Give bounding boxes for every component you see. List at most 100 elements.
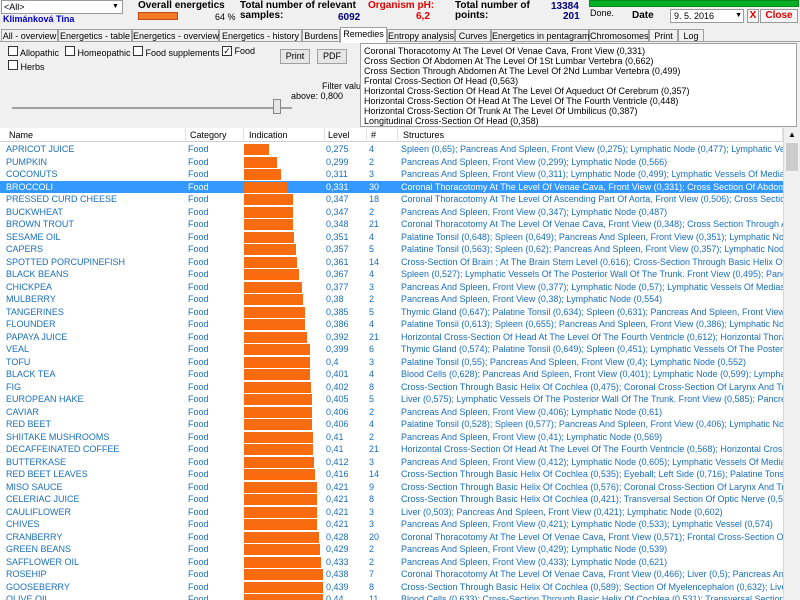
table-row[interactable]: GOOSEBERRY Food 0,439 8 Cross-Section Throug…: [0, 581, 783, 594]
pdf-button[interactable]: PDF: [317, 49, 347, 64]
herbs-checkbox[interactable]: [8, 60, 18, 70]
filter-slider-track[interactable]: [12, 107, 292, 109]
indication-bar: [244, 494, 317, 505]
table-row[interactable]: SESAME OIL Food 0,351 4 Palatine Tonsil (0,6…: [0, 231, 783, 244]
indication-bar: [244, 206, 293, 218]
cell-level: 0,385: [326, 306, 349, 317]
column-header-indication[interactable]: Indication: [246, 128, 325, 142]
table-row[interactable]: VEAL Food 0,399 6 Thymic Gland (0,574); Pala…: [0, 343, 783, 356]
tab-remedies[interactable]: Remedies: [340, 27, 387, 43]
table-row[interactable]: RED BEET Food 0,406 4 Palatine Tonsil (0,528…: [0, 418, 783, 431]
table-row[interactable]: BUCKWHEAT Food 0,347 2 Pancreas And Spleen, …: [0, 206, 783, 219]
table-row[interactable]: SAFFLOWER OIL Food 0,433 2 Pancreas And Sple…: [0, 556, 783, 569]
structures-detail-line: Longitudinal Cross-Section Of Head (0,35…: [364, 116, 539, 126]
filter-food-supplements[interactable]: Food supplements: [133, 46, 220, 58]
indication-bar: [244, 481, 317, 493]
cell-count: 3: [369, 169, 375, 179]
filter-allopathic[interactable]: Allopathic: [8, 46, 59, 58]
cell-structures: Palatine Tonsil (0,613); Spleen (0,655);…: [401, 319, 783, 329]
scrollbar-thumb[interactable]: [786, 143, 798, 171]
table-row[interactable]: BROCCOLI Food 0,331 30 Coronal Thoracotomy A…: [0, 180, 783, 193]
table-row[interactable]: CAULIFLOWER Food 0,421 3 Liver (0,503); Panc…: [0, 506, 783, 519]
structures-detail-box[interactable]: Coronal Thoracotomy At The Level Of Vena…: [360, 43, 797, 127]
cell-level: 0,275: [326, 144, 349, 154]
indication-bar: [244, 569, 323, 580]
chevron-down-icon[interactable]: ▼: [110, 2, 121, 12]
cell-name: TANGERINES: [6, 306, 64, 317]
column-header-level[interactable]: Level: [325, 128, 367, 142]
table-row[interactable]: GREEN BEANS Food 0,429 2 Pancreas And Spleen…: [0, 543, 783, 556]
table-row[interactable]: BLACK TEA Food 0,401 4 Blood Cells (0,628); …: [0, 368, 783, 381]
table-row[interactable]: ROSEHIP Food 0,438 7 Coronal Thoracotomy At …: [0, 568, 783, 581]
table-row[interactable]: MISO SAUCE Food 0,421 9 Cross-Section Throug…: [0, 481, 783, 494]
table-row[interactable]: RED BEET LEAVES Food 0,416 14 Cross-Section …: [0, 468, 783, 481]
table-row[interactable]: FLOUNDER Food 0,386 4 Palatine Tonsil (0,613…: [0, 318, 783, 331]
table-row[interactable]: EUROPEAN HAKE Food 0,405 5 Liver (0,575); Ly…: [0, 393, 783, 406]
column-header-count[interactable]: #: [368, 128, 398, 142]
cell-category: Food: [188, 369, 209, 379]
cell-category: Food: [188, 481, 209, 492]
table-row[interactable]: DECAFFEINATED COFFEE Food 0,41 21 Horizontal…: [0, 443, 783, 456]
table-row[interactable]: PRESSED CURD CHEESE Food 0,347 18 Coronal Th…: [0, 193, 783, 206]
table-row[interactable]: CAPERS Food 0,357 5 Palatine Tonsil (0,563);…: [0, 243, 783, 256]
table-row[interactable]: TANGERINES Food 0,385 5 Thymic Gland (0,647)…: [0, 306, 783, 319]
close-button[interactable]: Close: [760, 9, 798, 23]
allopathic-checkbox[interactable]: [8, 46, 18, 56]
cell-structures: Pancreas And Spleen, Front View (0,412);…: [401, 456, 783, 467]
homeopathic-checkbox[interactable]: [65, 46, 75, 56]
cell-level: 0,401: [326, 369, 349, 379]
indication-bar: [244, 219, 293, 230]
overall-energetics-value: 64 %: [215, 12, 236, 22]
cell-count: 9: [369, 481, 375, 492]
filter-homeopathic[interactable]: Homeopathic: [65, 46, 131, 58]
indication-bar: [244, 406, 312, 418]
patient-filter-select[interactable]: <All> ▼: [1, 0, 123, 14]
table-row[interactable]: PUMPKIN Food 0,299 2 Pancreas And Spleen, Fr…: [0, 156, 783, 169]
filter-herbs[interactable]: Herbs: [8, 60, 45, 72]
cell-level: 0,44: [326, 594, 344, 600]
table-row[interactable]: CHICKPEA Food 0,377 3 Pancreas And Spleen, F…: [0, 281, 783, 294]
table-row[interactable]: SPOTTED PORCUPINEFISH Food 0,361 14 Cross-Se…: [0, 256, 783, 269]
table-row[interactable]: COCONUTS Food 0,311 3 Pancreas And Spleen, F…: [0, 168, 783, 181]
table-row[interactable]: FIG Food 0,402 8 Cross-Section Through Basic…: [0, 381, 783, 394]
table-row[interactable]: BLACK BEANS Food 0,367 4 Spleen (0,527); Lym…: [0, 268, 783, 281]
print-button[interactable]: Print: [280, 49, 310, 64]
indication-bar: [244, 281, 303, 293]
cell-name: SPOTTED PORCUPINEFISH: [6, 256, 126, 267]
scroll-up-icon[interactable]: ▲: [784, 128, 800, 142]
filter-slider-handle[interactable]: [273, 99, 281, 114]
remedies-table: Name Category Indication Level # Structu…: [0, 128, 783, 600]
cell-level: 0,351: [326, 231, 349, 242]
indication-bar: [244, 256, 298, 268]
food-checkbox[interactable]: [222, 46, 232, 56]
table-row[interactable]: BUTTERKASE Food 0,412 3 Pancreas And Spleen,…: [0, 456, 783, 469]
indication-bar: [244, 519, 317, 530]
column-header-category[interactable]: Category: [187, 128, 244, 142]
table-row[interactable]: CHIVES Food 0,421 3 Pancreas And Spleen, Fro…: [0, 518, 783, 531]
cell-level: 0,438: [326, 569, 349, 579]
table-row[interactable]: CRANBERRY Food 0,428 20 Coronal Thoracotomy …: [0, 531, 783, 544]
column-header-name[interactable]: Name: [6, 128, 186, 142]
close-x-button[interactable]: X: [747, 9, 759, 23]
table-row[interactable]: PAPAYA JUICE Food 0,392 21 Horizontal Cross-…: [0, 331, 783, 344]
table-row[interactable]: CELERIAC JUICE Food 0,421 8 Cross-Section Th…: [0, 493, 783, 506]
indication-bar: [244, 394, 312, 405]
table-row[interactable]: CAVIAR Food 0,406 2 Pancreas And Spleen, Fro…: [0, 406, 783, 419]
table-row[interactable]: BROWN TROUT Food 0,348 21 Coronal Thoracotom…: [0, 218, 783, 231]
cell-category: Food: [188, 156, 209, 167]
date-picker[interactable]: 9. 5. 2016 ▼: [670, 9, 744, 23]
cell-level: 0,406: [326, 419, 349, 429]
cell-level: 0,428: [326, 531, 349, 542]
table-row[interactable]: OLIVE OIL Food 0,44 11 Blood Cells (0,633); …: [0, 593, 783, 600]
table-row[interactable]: TOFU Food 0,4 3 Palatine Tonsil (0,55); Panc…: [0, 356, 783, 369]
filter-food[interactable]: Food: [222, 46, 255, 56]
cell-count: 4: [369, 144, 375, 154]
vertical-scrollbar[interactable]: ▲: [783, 128, 800, 600]
table-row[interactable]: MULBERRY Food 0,38 2 Pancreas And Spleen, Fr…: [0, 293, 783, 306]
food-supplements-checkbox[interactable]: [133, 46, 143, 56]
cell-category: Food: [188, 394, 209, 404]
table-row[interactable]: APRICOT JUICE Food 0,275 4 Spleen (0,65); Pa…: [0, 143, 783, 156]
chevron-down-icon[interactable]: ▼: [735, 11, 742, 21]
column-header-structures[interactable]: Structures: [400, 128, 783, 142]
table-row[interactable]: SHIITAKE MUSHROOMS Food 0,41 2 Pancreas And …: [0, 431, 783, 444]
